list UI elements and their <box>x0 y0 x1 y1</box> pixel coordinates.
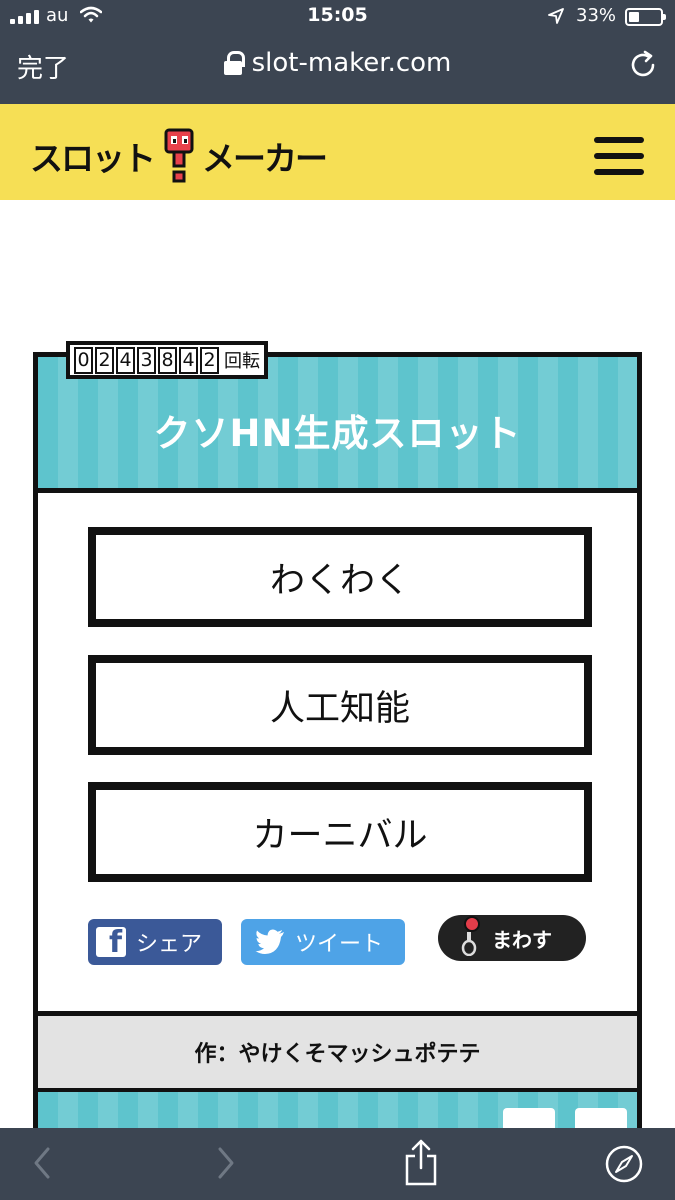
status-bar: au 15:05 33% <box>0 0 675 36</box>
counter-digit: 4 <box>179 346 198 374</box>
site-footer <box>33 1092 642 1132</box>
browser-top-bar: au 15:05 33% 完了 slot-maker.com <box>0 0 675 104</box>
counter-digit: 2 <box>95 346 114 374</box>
compass-icon[interactable] <box>604 1144 644 1184</box>
lever-knob-icon <box>464 916 480 932</box>
facebook-share-label: シェア <box>136 932 203 957</box>
url-text: slot-maker.com <box>251 48 452 78</box>
tweet-label: ツイート <box>295 932 384 957</box>
slot-card: クソHN生成スロット 0 2 4 3 8 4 2 回転 わくわく 人工知能 カー… <box>33 341 642 1092</box>
site-header: スロット メーカー <box>0 104 675 200</box>
reload-icon[interactable] <box>628 50 658 80</box>
counter-digit: 8 <box>158 346 177 374</box>
site-logo[interactable]: スロット メーカー <box>30 128 328 184</box>
tweet-button[interactable]: ツイート <box>241 919 405 965</box>
slot-reel-1[interactable]: わくわく <box>88 527 592 627</box>
forward-icon[interactable] <box>216 1146 236 1180</box>
counter-digit: 3 <box>137 346 156 374</box>
spin-button[interactable]: まわす <box>438 915 586 961</box>
author-text: 作：やけくそマッシュポテテ <box>194 1042 481 1067</box>
battery-percent: 33% <box>576 5 617 26</box>
logo-text-right: メーカー <box>202 139 328 178</box>
counter-digit: 4 <box>116 346 135 374</box>
counter-unit: 回転 <box>224 351 260 372</box>
lock-icon <box>223 51 245 75</box>
slot-reel-2[interactable]: 人工知能 <box>88 655 592 755</box>
location-icon <box>548 8 564 24</box>
twitter-icon <box>255 929 284 954</box>
slot-reel-3[interactable]: カーニバル <box>88 782 592 882</box>
facebook-share-button[interactable]: シェア <box>88 919 222 965</box>
logo-mascot-icon <box>164 128 194 183</box>
counter-digit: 2 <box>200 346 219 374</box>
battery-icon <box>625 8 666 26</box>
facebook-icon <box>96 925 126 960</box>
counter-digit: 0 <box>74 346 93 374</box>
address-bar[interactable]: slot-maker.com <box>0 48 675 78</box>
spin-label: まわす <box>492 927 552 952</box>
hamburger-menu-icon[interactable] <box>594 137 644 177</box>
logo-text-left: スロット <box>30 139 156 178</box>
slot-title: クソHN生成スロット <box>153 412 522 455</box>
spin-counter: 0 2 4 3 8 4 2 回転 <box>66 341 268 379</box>
share-icon[interactable] <box>403 1138 439 1186</box>
browser-bottom-bar <box>0 1128 675 1200</box>
author-credit: 作：やけくそマッシュポテテ <box>38 1011 637 1088</box>
back-icon[interactable] <box>32 1146 52 1180</box>
status-time: 15:05 <box>307 4 368 26</box>
